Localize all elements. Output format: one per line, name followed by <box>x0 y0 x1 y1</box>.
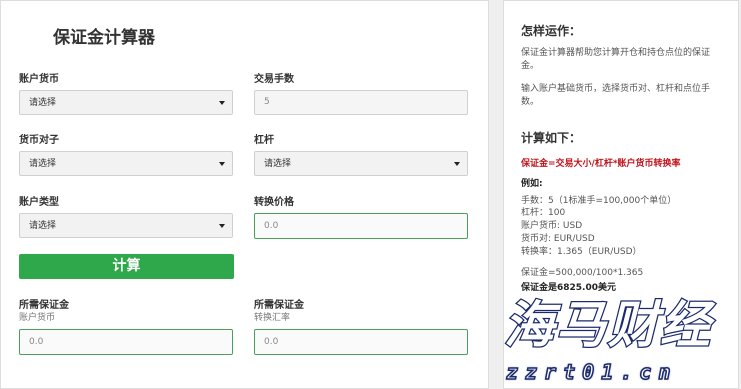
trade-size-label: 交易手数 <box>254 74 294 85</box>
result1-label: 所需保证金 <box>19 300 69 311</box>
calculator-panel: 保证金计算器 账户货币 请选择 交易手数 5 货币对子 请选择 杠杆 请选择 账… <box>0 0 489 389</box>
account-currency-select[interactable]: 请选择 <box>19 90 233 115</box>
chevron-down-icon <box>219 162 225 166</box>
calc-title: 计算如下： <box>521 131 582 145</box>
watermark-logo: 海马财经 <box>503 295 716 356</box>
example-line: 账户货币: USD <box>521 221 583 231</box>
account-type-label: 账户类型 <box>19 197 59 208</box>
example-line: 手数：5（1标准手=100,000个单位） <box>521 196 677 206</box>
account-type-select[interactable]: 请选择 <box>19 213 233 238</box>
example-line: 货币对: EUR/USD <box>521 234 595 244</box>
conversion-price-value: 0.0 <box>264 221 279 231</box>
how-title: 怎样运作： <box>521 24 582 38</box>
how-paragraph-2: 输入账户基础货币，选择货币对、杠杆和点位手数。 <box>521 84 711 107</box>
account-type-value: 请选择 <box>29 221 57 231</box>
trade-size-value: 5 <box>264 97 270 107</box>
currency-pair-value: 请选择 <box>29 159 57 169</box>
result2-sublabel: 转换汇率 <box>254 313 291 323</box>
leverage-select[interactable]: 请选择 <box>254 151 468 176</box>
trade-size-input[interactable]: 5 <box>254 90 468 115</box>
currency-pair-label: 货币对子 <box>19 135 59 146</box>
currency-pair-select[interactable]: 请选择 <box>19 151 233 176</box>
watermark-url: zzrt01.cn <box>505 359 678 385</box>
leverage-value: 请选择 <box>264 159 292 169</box>
calculate-button[interactable]: 计算 <box>19 254 234 279</box>
formula-text: 保证金=交易大小/杠杆*账户货币转换率 <box>521 159 681 169</box>
chevron-down-icon <box>454 162 460 166</box>
conversion-price-label: 转换价格 <box>254 197 294 208</box>
result2-label: 所需保证金 <box>254 300 304 311</box>
result1-sublabel: 账户货币 <box>19 313 56 323</box>
chevron-down-icon <box>219 101 225 105</box>
chevron-down-icon <box>219 224 225 228</box>
result1-output: 0.0 <box>19 329 233 355</box>
example-line: 转换率：1.365（EUR/USD） <box>521 247 642 257</box>
account-currency-value: 请选择 <box>29 98 57 108</box>
example-line: 杠杆：100 <box>521 208 566 218</box>
account-currency-label: 账户货币 <box>19 74 59 85</box>
watermark-brand: 海马财经 <box>504 296 716 354</box>
result1-value: 0.0 <box>29 337 44 347</box>
result2-output: 0.0 <box>254 329 468 355</box>
conversion-price-input[interactable]: 0.0 <box>254 213 468 239</box>
leverage-label: 杠杆 <box>254 135 274 146</box>
example-label: 例如: <box>521 179 543 189</box>
result2-value: 0.0 <box>264 337 279 347</box>
example-calc: 保证金=500,000/100*1.365 <box>521 268 644 278</box>
page-title: 保证金计算器 <box>53 28 155 48</box>
how-paragraph-1: 保证金计算器帮助您计算开仓和持仓点位的保证金。 <box>521 48 711 71</box>
